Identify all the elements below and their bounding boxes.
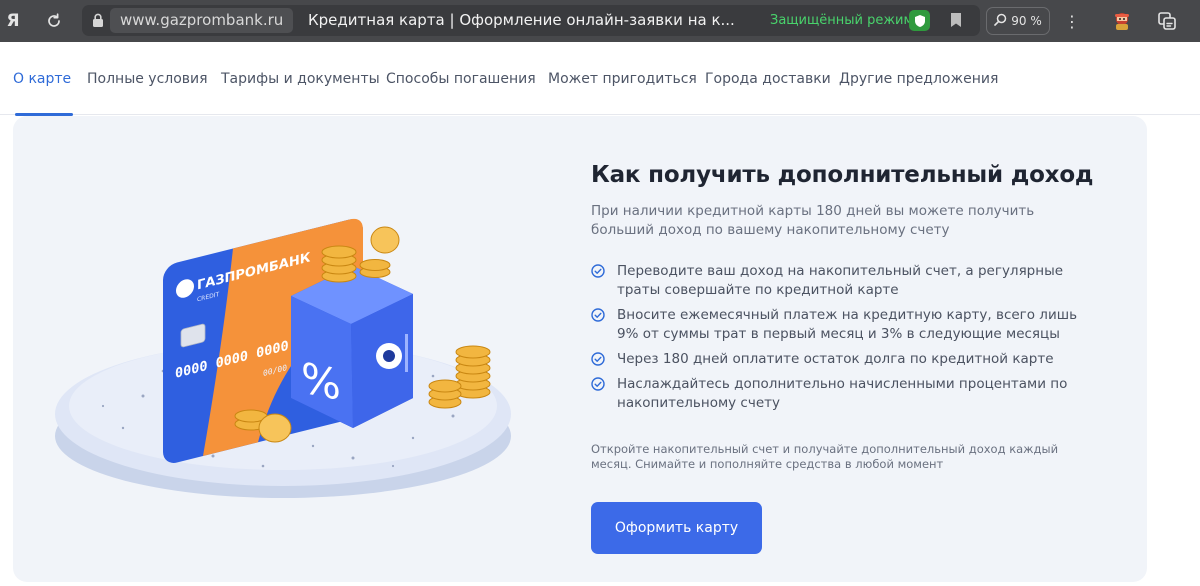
benefit-text: Через 180 дней оплатите остаток долга по… bbox=[617, 351, 1054, 367]
benefit-item: Наслаждайтесь дополнительно начисленными… bbox=[591, 375, 1091, 413]
zoom-value: 90 % bbox=[1011, 14, 1042, 28]
promo-note: Откройте накопительный счет и получайте … bbox=[591, 442, 1059, 471]
check-circle-icon bbox=[591, 308, 605, 322]
check-circle-icon bbox=[591, 264, 605, 278]
tab-delivery-cities[interactable]: Города доставки bbox=[705, 42, 831, 115]
benefit-text: Вносите ежемесячный платеж на кредитную … bbox=[617, 307, 1078, 342]
tab-full-terms[interactable]: Полные условия bbox=[87, 42, 208, 115]
credit-card-safe-illustration: ГАЗПРОМБАНК CREDIT 0000 0000 0000 0000 0… bbox=[55, 218, 511, 498]
bookmark-icon[interactable] bbox=[950, 12, 962, 32]
zoom-search-icon bbox=[994, 13, 1007, 29]
extension-icon[interactable] bbox=[1108, 0, 1136, 42]
tab-about-card[interactable]: О карте bbox=[13, 42, 74, 116]
shield-icon[interactable] bbox=[909, 10, 930, 31]
apply-card-button[interactable]: Оформить карту bbox=[591, 502, 762, 554]
more-menu-icon[interactable]: ⋮ bbox=[1062, 0, 1082, 42]
zoom-indicator[interactable]: 90 % bbox=[986, 7, 1050, 35]
url-text[interactable]: www.gazprombank.ru bbox=[110, 8, 294, 33]
safe-percent-symbol: % bbox=[301, 354, 341, 411]
tab-repayment-methods[interactable]: Способы погашения bbox=[386, 42, 536, 115]
benefit-item: Переводите ваш доход на накопительный сч… bbox=[591, 262, 1091, 300]
benefit-text: Переводите ваш доход на накопительный сч… bbox=[617, 263, 1064, 298]
page-title: Кредитная карта | Оформление онлайн-заяв… bbox=[308, 11, 735, 29]
reload-icon[interactable] bbox=[40, 0, 68, 42]
safe-box: % bbox=[291, 266, 413, 428]
tab-useful[interactable]: Может пригодиться bbox=[548, 42, 697, 115]
address-bar[interactable]: www.gazprombank.ru Кредитная карта | Офо… bbox=[82, 5, 980, 36]
benefit-item: Через 180 дней оплатите остаток долга по… bbox=[591, 350, 1091, 369]
benefit-text: Наслаждайтесь дополнительно начисленными… bbox=[617, 376, 1068, 411]
check-circle-icon bbox=[591, 352, 605, 366]
yandex-logo-icon[interactable]: Я bbox=[0, 0, 26, 42]
section-tabs: О карте Полные условия Тарифы и документ… bbox=[0, 42, 1200, 116]
income-promo-card: ГАЗПРОМБАНК CREDIT 0000 0000 0000 0000 0… bbox=[13, 116, 1147, 582]
promo-heading: Как получить дополнительный доход bbox=[591, 162, 1094, 188]
browser-toolbar: Я www.gazprombank.ru Кредитная карта | О… bbox=[0, 0, 1200, 42]
check-circle-icon bbox=[591, 377, 605, 391]
secure-mode-label[interactable]: Защищённый режим bbox=[770, 5, 913, 36]
benefit-list: Переводите ваш доход на накопительный сч… bbox=[591, 262, 1091, 419]
lock-icon bbox=[92, 13, 104, 32]
benefit-item: Вносите ежемесячный платеж на кредитную … bbox=[591, 306, 1091, 344]
tab-other-offers[interactable]: Другие предложения bbox=[839, 42, 998, 115]
tab-tariffs-documents[interactable]: Тарифы и документы bbox=[221, 42, 380, 115]
side-panel-icon[interactable] bbox=[1152, 0, 1182, 42]
promo-lead: При наличии кредитной карты 180 дней вы … bbox=[591, 203, 1035, 238]
